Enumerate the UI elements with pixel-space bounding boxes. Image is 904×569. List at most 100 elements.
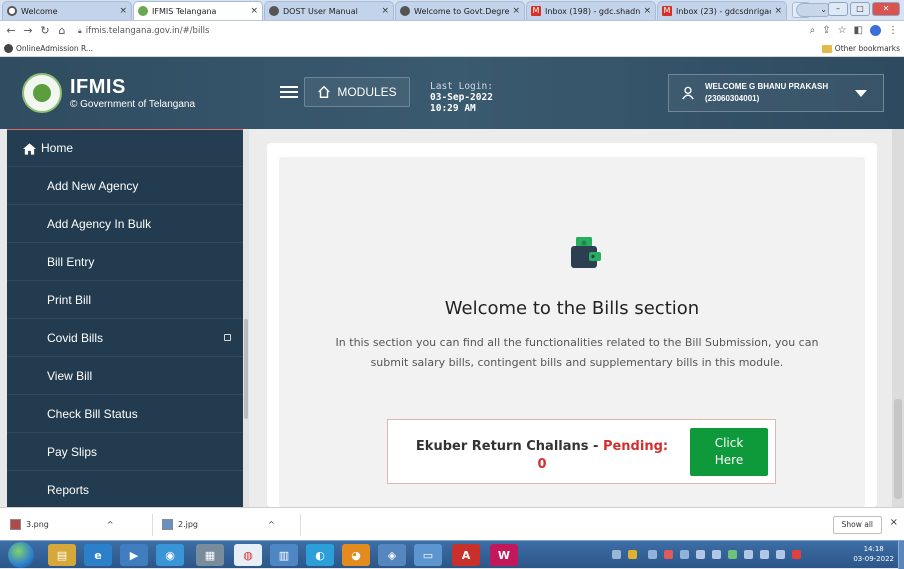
browser-tab[interactable]: Welcome to Govt.Degree × xyxy=(395,1,525,20)
tray-icon[interactable] xyxy=(728,550,737,559)
sidebar-item-add-new-agency[interactable]: Add New Agency xyxy=(7,167,243,205)
chevron-up-icon[interactable]: ^ xyxy=(107,520,114,529)
challan-alert: Ekuber Return Challans - Pending: 0 Clic… xyxy=(387,419,776,484)
close-icon[interactable]: × xyxy=(890,517,898,528)
telangana-emblem-icon xyxy=(138,6,148,16)
sidebar-item-label: Pay Slips xyxy=(47,444,98,459)
tab-close-icon[interactable]: × xyxy=(643,6,651,16)
globe-icon xyxy=(4,43,13,53)
tray-icon[interactable] xyxy=(628,550,637,559)
browser-tab-active[interactable]: IFMIS Telangana × xyxy=(133,1,263,20)
url-field[interactable]: 🔒︎ ifmis.telangana.gov.in/#/bills xyxy=(78,26,209,36)
app-icon[interactable]: W xyxy=(490,544,518,566)
app-icon[interactable]: ◉ xyxy=(156,544,184,566)
bookmark-item[interactable]: OnlineAdmission R... xyxy=(16,44,93,53)
app-icon[interactable]: ◐ xyxy=(306,544,334,566)
download-item[interactable]: 2.jpg ^ xyxy=(162,508,275,541)
network-icon[interactable] xyxy=(760,550,769,559)
minimize-icon[interactable]: – xyxy=(828,2,848,16)
sidebar-item-print-bill[interactable]: Print Bill xyxy=(7,281,243,319)
welcome-title: Welcome to the Bills section xyxy=(444,298,700,319)
window-controls: – □ ✕ xyxy=(828,2,900,16)
click-here-button[interactable]: Click Here xyxy=(690,428,768,476)
tab-title: Inbox (23) - gdcsdnrigac xyxy=(676,6,772,16)
browser-tab[interactable]: DOST User Manual × xyxy=(264,1,394,20)
submenu-indicator-icon xyxy=(224,334,231,341)
tray-icon[interactable] xyxy=(664,550,673,559)
notification-icon[interactable] xyxy=(792,550,801,559)
maximize-icon[interactable]: □ xyxy=(850,2,870,16)
zoom-icon[interactable]: ⌕ xyxy=(810,25,816,36)
profile-avatar-icon[interactable] xyxy=(870,25,881,36)
page-scrollbar[interactable] xyxy=(892,129,904,507)
sidebar-item-label: Print Bill xyxy=(47,292,92,307)
image-file-icon xyxy=(162,519,173,530)
last-login-time: 10:29 AM xyxy=(430,103,476,114)
back-arrow-icon[interactable]: ← xyxy=(4,24,18,37)
app-icon[interactable]: ◈ xyxy=(378,544,406,566)
tray-icon[interactable] xyxy=(712,550,721,559)
challan-label: Ekuber Return Challans - xyxy=(415,439,603,454)
close-window-icon[interactable]: ✕ xyxy=(872,2,900,16)
tab-title: Inbox (198) - gdc.shadna xyxy=(545,6,641,16)
browser-tab[interactable]: ● Welcome × xyxy=(2,1,132,20)
user-icon xyxy=(682,86,694,100)
other-bookmarks[interactable]: Other bookmarks xyxy=(821,40,900,57)
volume-icon[interactable] xyxy=(776,550,785,559)
show-all-button[interactable]: Show all xyxy=(832,516,882,534)
tab-close-icon[interactable]: × xyxy=(381,6,389,16)
bookmark-star-icon[interactable]: ☆ xyxy=(838,25,847,36)
show-desktop-button[interactable] xyxy=(898,541,904,569)
sidebar-item-reports[interactable]: Reports xyxy=(7,471,243,507)
tab-close-icon[interactable]: × xyxy=(512,6,520,16)
reload-icon[interactable]: ↻ xyxy=(38,24,52,37)
sidebar-item-check-bill-status[interactable]: Check Bill Status xyxy=(7,395,243,433)
modules-button[interactable]: MODULES xyxy=(304,77,410,107)
share-icon[interactable]: ⇪ xyxy=(822,25,830,36)
home-icon[interactable]: ⌂ xyxy=(55,24,69,37)
tray-icon[interactable] xyxy=(648,550,657,559)
sidebar-item-pay-slips[interactable]: Pay Slips xyxy=(7,433,243,471)
sidebar-item-label: Home xyxy=(41,141,74,155)
browser-tab[interactable]: M Inbox (23) - gdcsdnrigac × xyxy=(657,1,787,20)
tab-close-icon[interactable]: × xyxy=(119,6,127,16)
system-clock[interactable]: 14:18 03-09-2022 xyxy=(853,544,894,564)
menu-kebab-icon[interactable]: ⋮ xyxy=(888,25,898,36)
sidebar-item-view-bill[interactable]: View Bill xyxy=(7,357,243,395)
divider xyxy=(152,514,153,536)
user-menu[interactable]: WELCOME G BHANU PRAKASH (23060304001) xyxy=(668,74,884,112)
internet-explorer-icon[interactable]: e xyxy=(84,544,112,566)
brand: IFMIS © Government of Telangana xyxy=(70,77,195,111)
firefox-icon[interactable]: ◕ xyxy=(342,544,370,566)
sidebar-item-covid-bills[interactable]: Covid Bills xyxy=(7,319,243,357)
tab-close-icon[interactable]: × xyxy=(774,6,782,16)
hamburger-menu-icon[interactable] xyxy=(280,83,298,99)
tab-close-icon[interactable]: × xyxy=(250,6,258,16)
sidebar-item-bill-entry[interactable]: Bill Entry xyxy=(7,243,243,281)
app-icon[interactable]: ▦ xyxy=(196,544,224,566)
tray-icon[interactable] xyxy=(744,550,753,559)
tray-icon[interactable] xyxy=(680,550,689,559)
download-item[interactable]: 3.png ^ xyxy=(10,508,114,541)
windows-taskbar: ▤ e ▶ ◉ ▦ ◍ ▥ ◐ ◕ ◈ ▭ A W 14:18 03-09-20… xyxy=(0,540,904,569)
start-button-icon[interactable] xyxy=(8,542,34,568)
chrome-icon[interactable]: ◍ xyxy=(234,544,262,566)
sidepanel-icon[interactable]: ◧ xyxy=(854,25,863,36)
browser-tab[interactable]: M Inbox (198) - gdc.shadna × xyxy=(526,1,656,20)
sidebar: Home Add New Agency Add Agency In Bulk B… xyxy=(7,129,243,507)
file-explorer-icon[interactable]: ▤ xyxy=(48,544,76,566)
url-text: ifmis.telangana.gov.in/#/bills xyxy=(85,25,210,36)
media-player-icon[interactable]: ▶ xyxy=(120,544,148,566)
chevron-up-icon[interactable]: ^ xyxy=(268,520,275,529)
forward-arrow-icon[interactable]: → xyxy=(21,24,35,37)
tray-icon[interactable] xyxy=(696,550,705,559)
app-icon[interactable]: ▥ xyxy=(270,544,298,566)
tray-icon[interactable] xyxy=(612,550,621,559)
sidebar-item-add-agency-in-bulk[interactable]: Add Agency In Bulk xyxy=(7,205,243,243)
app-icon[interactable]: ▭ xyxy=(414,544,442,566)
gmail-icon: M xyxy=(662,6,672,16)
bills-card: Welcome to the Bills section In this sec… xyxy=(267,143,877,507)
pdf-reader-icon[interactable]: A xyxy=(452,544,480,566)
sidebar-item-home[interactable]: Home xyxy=(7,129,243,167)
profile-menu-icon[interactable]: ⌄ xyxy=(796,3,832,17)
